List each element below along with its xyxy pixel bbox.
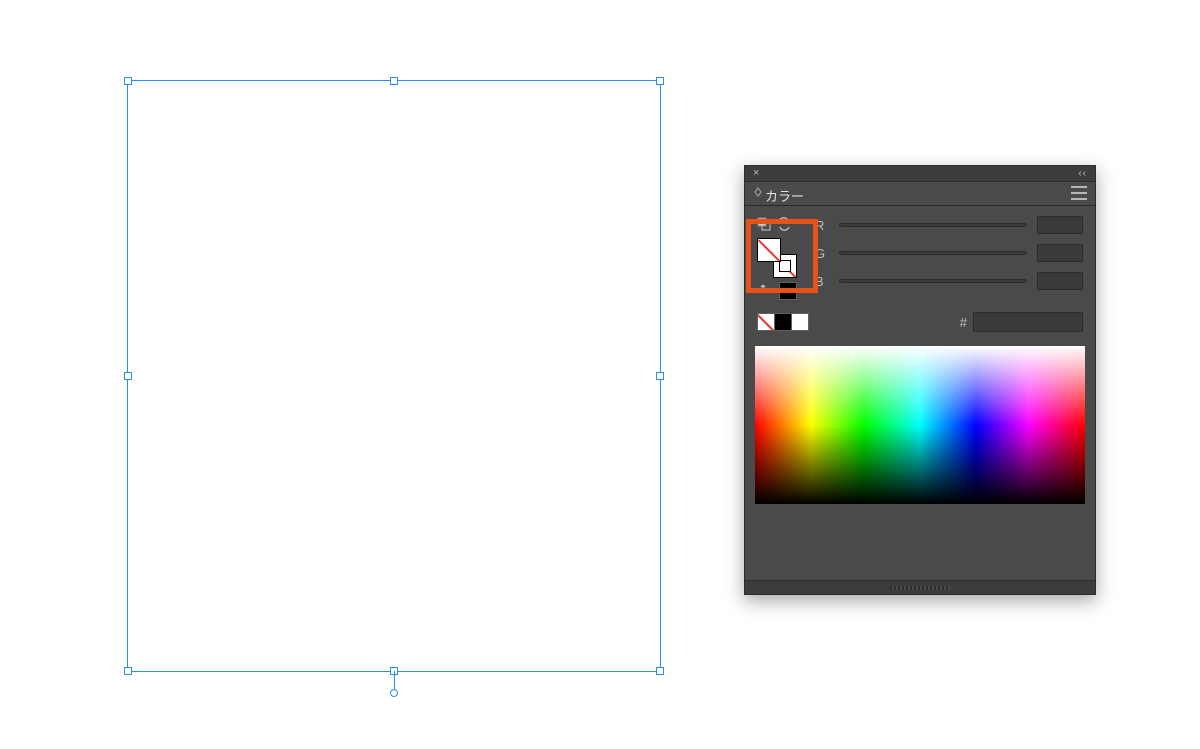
preset-swatches <box>757 313 808 331</box>
swap-fill-stroke-icon[interactable] <box>777 217 791 231</box>
panel-close-button[interactable]: × <box>753 168 759 179</box>
preset-white-swatch[interactable] <box>791 313 809 331</box>
slider-b-label: B <box>815 274 829 289</box>
panel-collapse-button[interactable]: ‹‹ <box>1078 168 1087 179</box>
rgb-sliders: R G B <box>815 216 1083 290</box>
selection-handle-br[interactable] <box>656 667 664 675</box>
fill-stroke-group <box>757 216 797 278</box>
slider-g-track[interactable] <box>839 251 1027 255</box>
slider-g-value[interactable] <box>1037 244 1083 262</box>
revert-color-icon[interactable] <box>757 283 771 300</box>
slider-r-label: R <box>815 218 829 233</box>
selection-handle-mr[interactable] <box>656 372 664 380</box>
panel-grip-icon[interactable] <box>753 187 763 200</box>
fill-swatch[interactable] <box>757 238 781 262</box>
panel-tab-bar: カラー <box>745 182 1095 206</box>
hex-group: # <box>960 312 1083 332</box>
selection-handle-bl[interactable] <box>124 667 132 675</box>
slider-g-label: G <box>815 246 829 261</box>
slider-b-track[interactable] <box>839 279 1027 283</box>
preset-black-swatch[interactable] <box>774 313 792 331</box>
selection-handle-ml[interactable] <box>124 372 132 380</box>
hex-and-presets-row: # <box>757 312 1083 332</box>
slider-b-row: B <box>815 272 1083 290</box>
rotation-handle[interactable] <box>390 689 398 697</box>
fill-stroke-swatches[interactable] <box>757 238 797 278</box>
slider-r-value[interactable] <box>1037 216 1083 234</box>
slider-r-track[interactable] <box>839 223 1027 227</box>
color-spectrum[interactable] <box>755 346 1085 504</box>
panel-topbar: × ‹‹ <box>745 166 1095 182</box>
default-fill-stroke-icon[interactable] <box>757 217 771 231</box>
preset-none-swatch[interactable] <box>757 313 775 331</box>
color-panel: × ‹‹ カラー <box>744 165 1096 595</box>
panel-resize-footer[interactable] <box>745 580 1095 594</box>
slider-r-row: R <box>815 216 1083 234</box>
selection-bounds[interactable] <box>127 80 661 672</box>
last-color-swatch[interactable] <box>779 282 797 300</box>
selection-handle-tm[interactable] <box>390 77 398 85</box>
selection-handle-tr[interactable] <box>656 77 664 85</box>
slider-g-row: G <box>815 244 1083 262</box>
rotation-line <box>394 671 395 689</box>
hex-input[interactable] <box>973 312 1083 332</box>
slider-b-value[interactable] <box>1037 272 1083 290</box>
panel-menu-button[interactable] <box>1071 186 1087 200</box>
panel-title[interactable]: カラー <box>763 183 810 205</box>
selection-handle-tl[interactable] <box>124 77 132 85</box>
panel-body: R G B <box>745 206 1095 332</box>
hex-hash-label: # <box>960 315 967 330</box>
panel-resize-grip-icon[interactable] <box>890 586 950 590</box>
